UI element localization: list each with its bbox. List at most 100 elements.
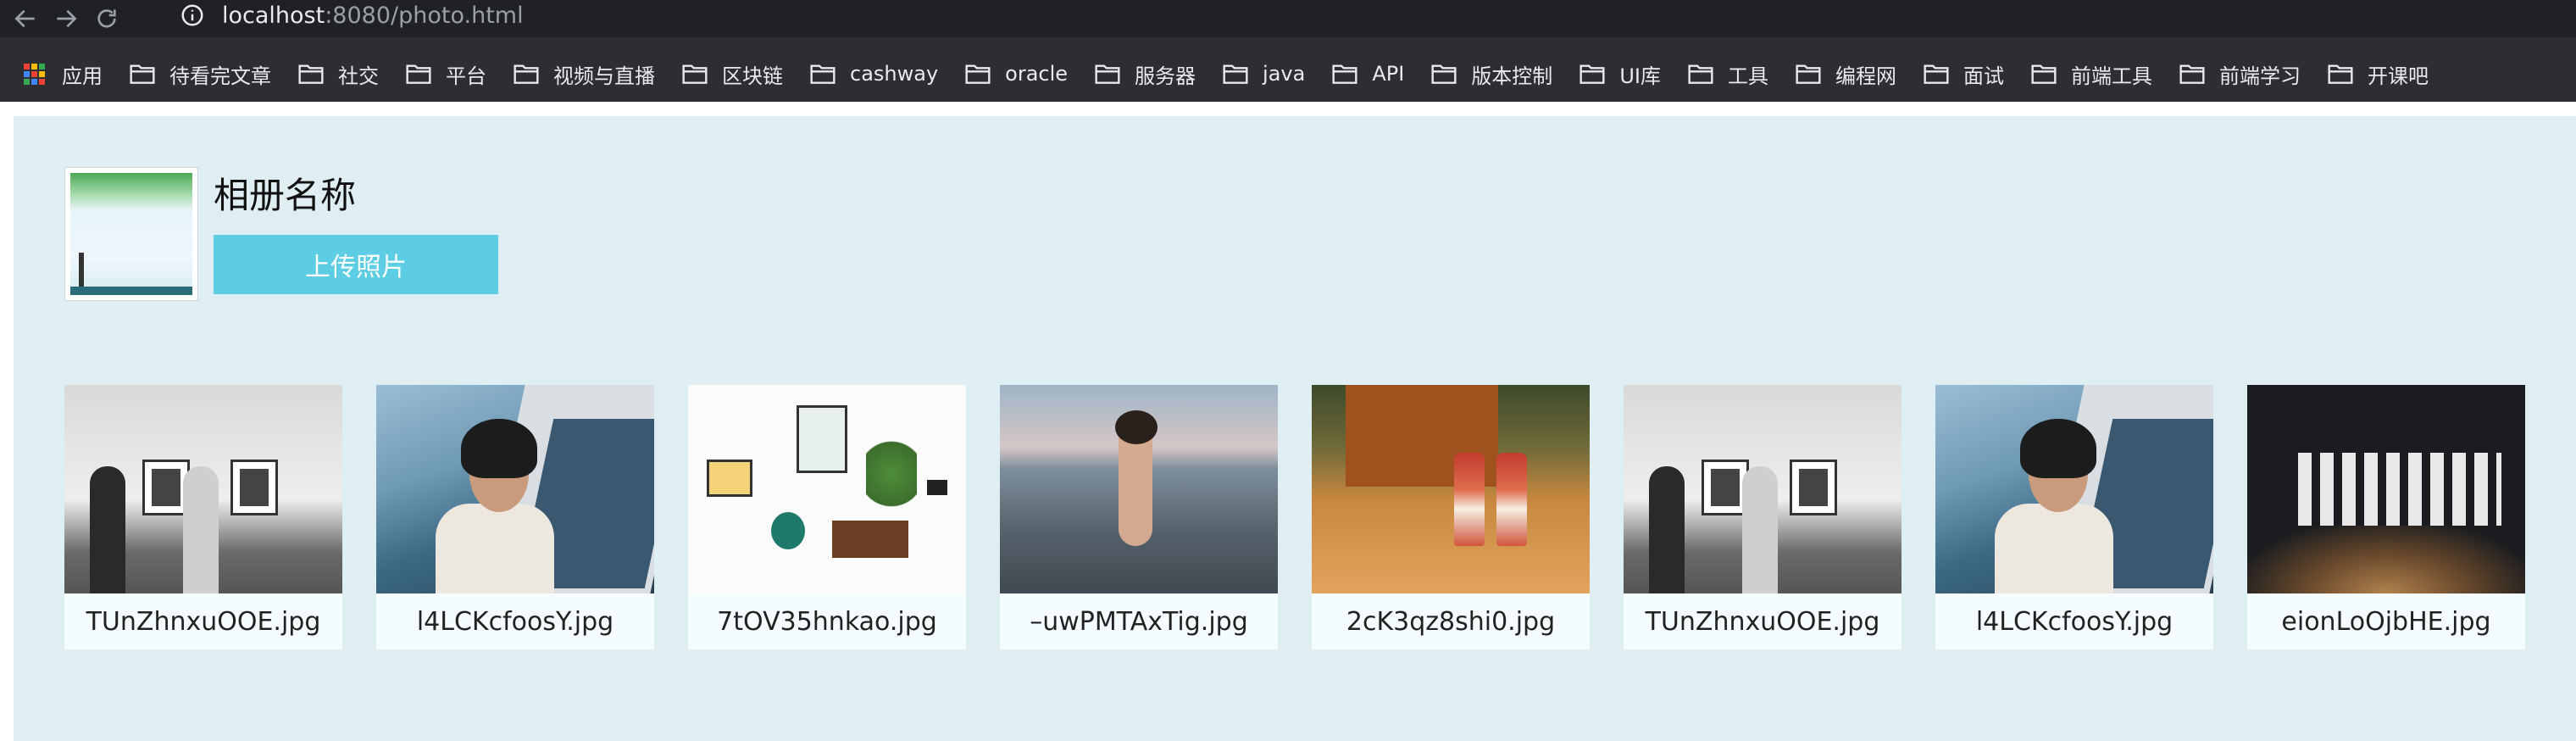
- bookmark-label: 服务器: [1135, 64, 1196, 88]
- bookmark-item[interactable]: 前端学习: [2179, 59, 2301, 89]
- album-cover[interactable]: [64, 167, 198, 301]
- browser-toolbar: localhost:8080/photo.html: [0, 0, 2576, 37]
- apps-grid-icon: [24, 63, 45, 85]
- bookmark-item[interactable]: 社交: [297, 59, 379, 89]
- folder-icon: [130, 64, 155, 84]
- album-title: 相册名称: [214, 175, 357, 216]
- folder-icon: [1688, 64, 1713, 84]
- thumbnail-shape: [866, 427, 917, 521]
- bookmarks-bar: 应用 待看完文章 社交 平台 视频与直播 区块链 cashway oracle 服务器 java A…: [0, 53, 2576, 95]
- bookmark-label: 面试: [1963, 64, 2004, 88]
- reload-button[interactable]: [92, 3, 122, 34]
- bookmark-item[interactable]: 编程网: [1795, 59, 1896, 89]
- reload-icon: [97, 9, 116, 28]
- bookmark-item[interactable]: 服务器: [1094, 59, 1196, 89]
- bookmark-label: oracle: [1005, 62, 1069, 86]
- folder-icon: [2328, 64, 2353, 84]
- photo-thumbnail[interactable]: [2247, 385, 2525, 593]
- folder-icon: [965, 64, 991, 84]
- bookmark-item[interactable]: 前端工具: [2030, 59, 2152, 89]
- photo-filename: l4LCKcfoosY.jpg: [1975, 606, 2174, 637]
- thumbnail-shape: [1115, 410, 1158, 444]
- bookmark-label: cashway: [850, 62, 939, 86]
- folder-icon: [1431, 64, 1457, 84]
- thumbnail-shape: [771, 512, 805, 549]
- bookmark-item[interactable]: 视频与直播: [513, 59, 655, 89]
- photo-card[interactable]: –uwPMTAxTig.jpg: [1000, 385, 1278, 649]
- folder-icon: [1332, 64, 1357, 84]
- thumbnail-shape: [1454, 453, 1485, 546]
- photo-thumbnail[interactable]: [1000, 385, 1278, 593]
- album-panel: 相册名称 上传照片 TUnZhnxuOOE.jpg l4LCKcfoosY.jpg…: [14, 116, 2576, 741]
- bookmark-label: UI库: [1619, 64, 1661, 88]
- bookmark-item[interactable]: 应用: [24, 59, 103, 89]
- photo-thumbnail[interactable]: [1935, 385, 2213, 593]
- photo-card[interactable]: TUnZhnxuOOE.jpg: [1624, 385, 1901, 649]
- address-bar[interactable]: localhost:8080/photo.html: [180, 0, 524, 31]
- folder-icon: [1579, 64, 1605, 84]
- photo-thumbnail[interactable]: [1312, 385, 1590, 593]
- thumbnail-shape: [1995, 504, 2113, 593]
- photo-card[interactable]: l4LCKcfoosY.jpg: [376, 385, 654, 649]
- bookmark-item[interactable]: 面试: [1923, 59, 2004, 89]
- bookmark-item[interactable]: oracle: [964, 62, 1068, 86]
- cover-ground: [70, 287, 192, 295]
- photo-filename: l4LCKcfoosY.jpg: [416, 606, 614, 637]
- bookmark-item[interactable]: UI库: [1579, 59, 1661, 89]
- folder-icon: [1095, 64, 1120, 84]
- folder-icon: [2031, 64, 2057, 84]
- photo-card[interactable]: TUnZhnxuOOE.jpg: [64, 385, 342, 649]
- thumbnail-shape: [797, 405, 847, 473]
- arrow-left-icon: [14, 9, 35, 28]
- photo-card[interactable]: 7tOV35hnkao.jpg: [688, 385, 966, 649]
- arrow-right-icon: [57, 9, 77, 28]
- folder-icon: [514, 64, 539, 84]
- bookmark-item[interactable]: API: [1331, 62, 1404, 86]
- photo-thumbnail[interactable]: [376, 385, 654, 593]
- photo-grid: TUnZhnxuOOE.jpg l4LCKcfoosY.jpg 7tOV35hnka…: [64, 385, 2539, 649]
- photo-filename: 7tOV35hnkao.jpg: [717, 606, 937, 637]
- bookmark-item[interactable]: 开课吧: [2327, 59, 2429, 89]
- photo-thumbnail[interactable]: [64, 385, 342, 593]
- bookmark-item[interactable]: 工具: [1687, 59, 1768, 89]
- bookmark-label: API: [1372, 62, 1405, 86]
- folder-icon: [810, 64, 836, 84]
- back-button[interactable]: [10, 3, 41, 34]
- thumbnail-shape: [461, 419, 537, 478]
- bookmark-label: 视频与直播: [553, 64, 655, 88]
- album-cover-image: [70, 173, 192, 295]
- thumbnail-shape: [927, 480, 947, 495]
- bookmark-label: 工具: [1727, 64, 1768, 88]
- thumbnail-shape: [1790, 460, 1837, 515]
- bookmark-item[interactable]: 平台: [405, 59, 486, 89]
- bookmark-label: 版本控制: [1471, 64, 1553, 88]
- url-host: localhost: [222, 2, 325, 29]
- bookmark-label: 应用: [62, 64, 103, 88]
- bookmark-item[interactable]: java: [1222, 62, 1305, 86]
- bookmark-label: 开课吧: [2367, 64, 2429, 88]
- photo-card[interactable]: l4LCKcfoosY.jpg: [1935, 385, 2213, 649]
- photo-card[interactable]: 2cK3qz8shi0.jpg: [1312, 385, 1590, 649]
- photo-thumbnail[interactable]: [688, 385, 966, 593]
- bookmark-label: 区块链: [722, 64, 783, 88]
- forward-button[interactable]: [51, 3, 81, 34]
- photo-thumbnail[interactable]: [1624, 385, 1901, 593]
- photo-card[interactable]: eionLoOjbHE.jpg: [2247, 385, 2525, 649]
- photo-filename: 2cK3qz8shi0.jpg: [1346, 606, 1556, 637]
- upload-photo-button[interactable]: 上传照片: [214, 235, 498, 294]
- folder-icon: [2179, 64, 2205, 84]
- bookmark-label: 前端工具: [2070, 64, 2152, 88]
- bookmark-label: 社交: [338, 64, 379, 88]
- folder-icon: [1924, 64, 1949, 84]
- photo-filename: TUnZhnxuOOE.jpg: [1645, 606, 1880, 637]
- bookmark-item[interactable]: 区块链: [681, 59, 783, 89]
- url-path: :8080/photo.html: [325, 2, 524, 29]
- bookmark-label: 编程网: [1835, 64, 1896, 88]
- thumbnail-shape: [2247, 526, 2525, 593]
- bookmark-item[interactable]: 版本控制: [1430, 59, 1552, 89]
- thumbnail-shape: [2020, 419, 2096, 478]
- bookmark-item[interactable]: cashway: [809, 62, 938, 86]
- photo-filename: eionLoOjbHE.jpg: [2281, 606, 2491, 637]
- bookmark-item[interactable]: 待看完文章: [129, 59, 271, 89]
- folder-icon: [406, 64, 431, 84]
